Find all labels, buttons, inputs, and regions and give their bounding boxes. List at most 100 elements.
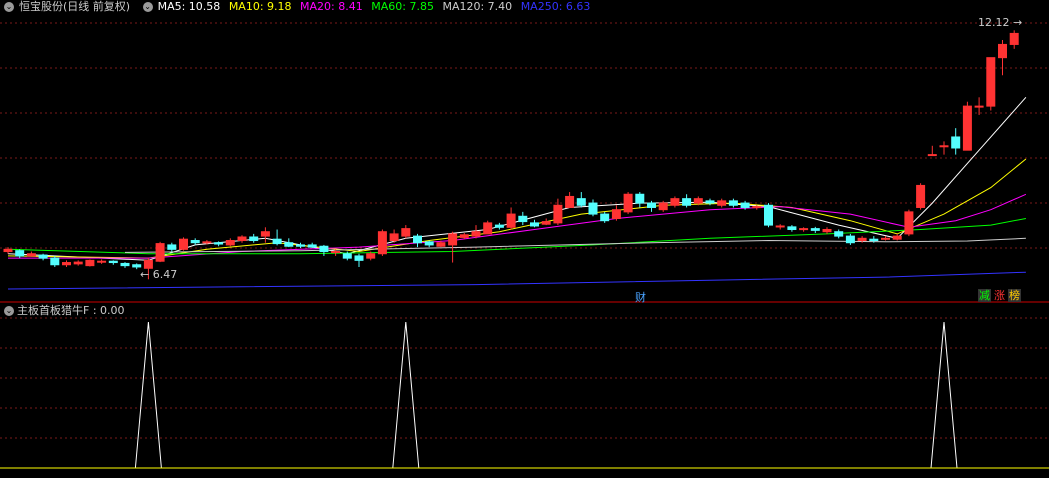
candle-body: [693, 198, 703, 204]
candle-body: [565, 195, 575, 208]
ma5-label: MA5: 10.58: [157, 0, 221, 13]
candle-body: [225, 240, 235, 246]
candle-body: [939, 145, 949, 148]
candle-body: [272, 238, 282, 245]
candle-body: [108, 260, 118, 264]
candle-body: [647, 202, 656, 208]
header-legend: ⌄ 恒宝股份(日线 前复权) ⌄ MA5: 10.58 MA10: 9.18 MA2…: [4, 0, 595, 14]
indicator-spike: [392, 321, 420, 469]
candle-body: [284, 242, 294, 247]
candle-body: [518, 215, 528, 223]
candle-body: [541, 221, 551, 225]
candle-body: [331, 251, 341, 254]
candle-body: [904, 211, 914, 235]
candle-body: [717, 200, 727, 206]
candle-body: [623, 193, 633, 213]
indicator-label: 主板首板猎牛F : 0.00: [17, 304, 125, 317]
candle-body: [483, 222, 493, 235]
candle-body: [26, 253, 36, 257]
candle-body: [927, 154, 937, 157]
chevron-down-icon[interactable]: ⌄: [4, 2, 14, 12]
stock-title: 恒宝股份(日线 前复权): [19, 0, 131, 13]
tag-reduce[interactable]: 减: [978, 289, 991, 302]
candle-body: [834, 231, 844, 237]
candle-body: [916, 184, 926, 208]
candle-body: [249, 236, 259, 242]
candle-body: [553, 204, 563, 224]
candle-body: [179, 238, 188, 250]
candle-body: [342, 253, 352, 259]
candle-body: [494, 224, 504, 228]
candle-body: [998, 43, 1007, 59]
candle-body: [810, 228, 820, 231]
indicator-spike: [134, 321, 162, 469]
candle-body: [260, 231, 270, 237]
ma-line-ma5: [7, 96, 1027, 261]
candle-body: [307, 244, 317, 248]
candle-body: [167, 244, 177, 250]
candle-body: [319, 245, 329, 253]
candle-body: [682, 198, 692, 206]
ma10-label: MA10: 9.18: [228, 0, 292, 13]
candle-body: [120, 262, 130, 267]
candle-body: [436, 242, 446, 247]
candle-body: [15, 250, 25, 257]
ma120-label: MA120: 7.40: [442, 0, 513, 13]
candle-body: [97, 260, 107, 263]
candle-body: [413, 235, 422, 244]
chevron-down-icon[interactable]: ⌄: [4, 306, 14, 316]
candle-body: [576, 198, 586, 206]
candle-body: [822, 229, 832, 233]
candle-body: [389, 233, 399, 242]
max-price-label: 12.12 →: [978, 16, 1023, 29]
candle-body: [530, 222, 539, 227]
candle-body: [974, 105, 984, 108]
candle-body: [448, 233, 458, 246]
candle-body: [471, 231, 481, 237]
candle-body: [50, 257, 60, 266]
candle-body: [869, 238, 879, 242]
candle-body: [764, 204, 773, 226]
candle-body: [951, 136, 961, 149]
candle-body: [1009, 32, 1019, 45]
ma250-label: MA250: 6.63: [520, 0, 591, 13]
ma60-label: MA60: 7.85: [371, 0, 434, 13]
candle-body: [799, 228, 809, 231]
candle-body: [752, 206, 762, 209]
candle-body: [600, 213, 610, 222]
candle-body: [881, 237, 890, 240]
candle-body: [366, 253, 376, 259]
chart-stage: ⌄ 恒宝股份(日线 前复权) ⌄ MA5: 10.58 MA10: 9.18 MA2…: [0, 0, 1049, 474]
tag-rise[interactable]: 涨: [993, 289, 1006, 302]
candle-body: [73, 261, 83, 265]
candle-body: [424, 241, 434, 246]
candle-body: [728, 200, 738, 206]
candle-body: [202, 241, 212, 244]
chevron-down-icon[interactable]: ⌄: [142, 2, 153, 12]
candle-body: [296, 244, 305, 247]
candle-body: [506, 213, 516, 228]
candle-body: [38, 254, 48, 259]
candle-body: [237, 236, 247, 242]
candle-body: [635, 193, 645, 204]
candle-body: [155, 243, 165, 262]
candle-body: [62, 262, 71, 266]
candle-body: [962, 105, 972, 151]
candle-body: [845, 235, 855, 244]
candle-body: [658, 202, 668, 211]
candle-body: [705, 200, 715, 204]
candle-body: [775, 225, 785, 228]
indicator-spike: [930, 321, 958, 469]
tag-list[interactable]: 榜: [1008, 289, 1021, 302]
candle-body: [986, 57, 996, 107]
financial-report-marker[interactable]: 财: [635, 289, 646, 305]
candle-body: [892, 235, 902, 240]
candle-body: [132, 264, 142, 268]
indicator-header: ⌄ 主板首板猎牛F : 0.00: [4, 304, 125, 318]
candle-body: [740, 202, 750, 208]
min-price-label: ← 6.47: [140, 268, 178, 281]
candle-body: [85, 259, 95, 267]
candle-body: [787, 226, 797, 230]
candle-body: [214, 242, 224, 245]
kline-chart: [0, 22, 1049, 469]
